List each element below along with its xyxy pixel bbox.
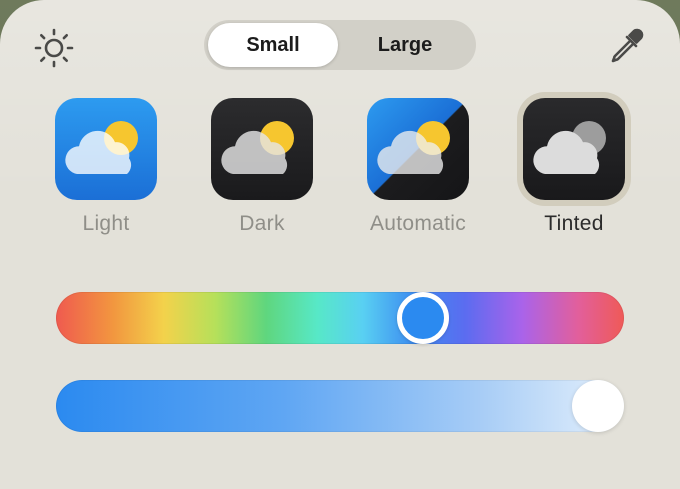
weather-icon-tinted <box>523 98 625 200</box>
saturation-slider-track[interactable] <box>56 380 624 432</box>
selection-ring <box>517 92 631 206</box>
variant-automatic[interactable]: Automatic <box>354 98 482 236</box>
variant-label: Automatic <box>369 212 467 235</box>
weather-icon-light <box>55 98 157 200</box>
widget-size-toggle: Small Large <box>204 20 476 70</box>
sun-cloud-icon <box>65 121 138 174</box>
size-option-large[interactable]: Large <box>340 23 470 67</box>
variant-label: Dark <box>239 212 285 235</box>
variant-label: Light <box>82 212 130 235</box>
variant-tinted[interactable]: Tinted <box>510 92 638 236</box>
sun-icon <box>34 28 74 68</box>
weather-icon-dark <box>211 98 313 200</box>
saturation-slider-thumb[interactable] <box>572 380 624 432</box>
hue-slider-thumb[interactable] <box>396 292 449 344</box>
sun-cloud-icon <box>377 121 450 174</box>
eyedropper-button[interactable] <box>601 22 651 72</box>
variant-label: Tinted <box>544 212 604 235</box>
size-option-small[interactable]: Small <box>208 23 338 67</box>
weather-icon-automatic <box>367 98 469 200</box>
sun-cloud-icon <box>221 121 294 174</box>
sun-cloud-icon <box>533 121 606 174</box>
eyedropper-icon <box>611 28 644 63</box>
brightness-button[interactable] <box>30 24 78 72</box>
variant-light[interactable]: Light <box>42 98 170 236</box>
variant-dark[interactable]: Dark <box>198 98 326 236</box>
hue-slider-track[interactable] <box>56 292 624 344</box>
appearance-panel: Small Large Light Dark Automatic Tinted <box>0 0 680 489</box>
